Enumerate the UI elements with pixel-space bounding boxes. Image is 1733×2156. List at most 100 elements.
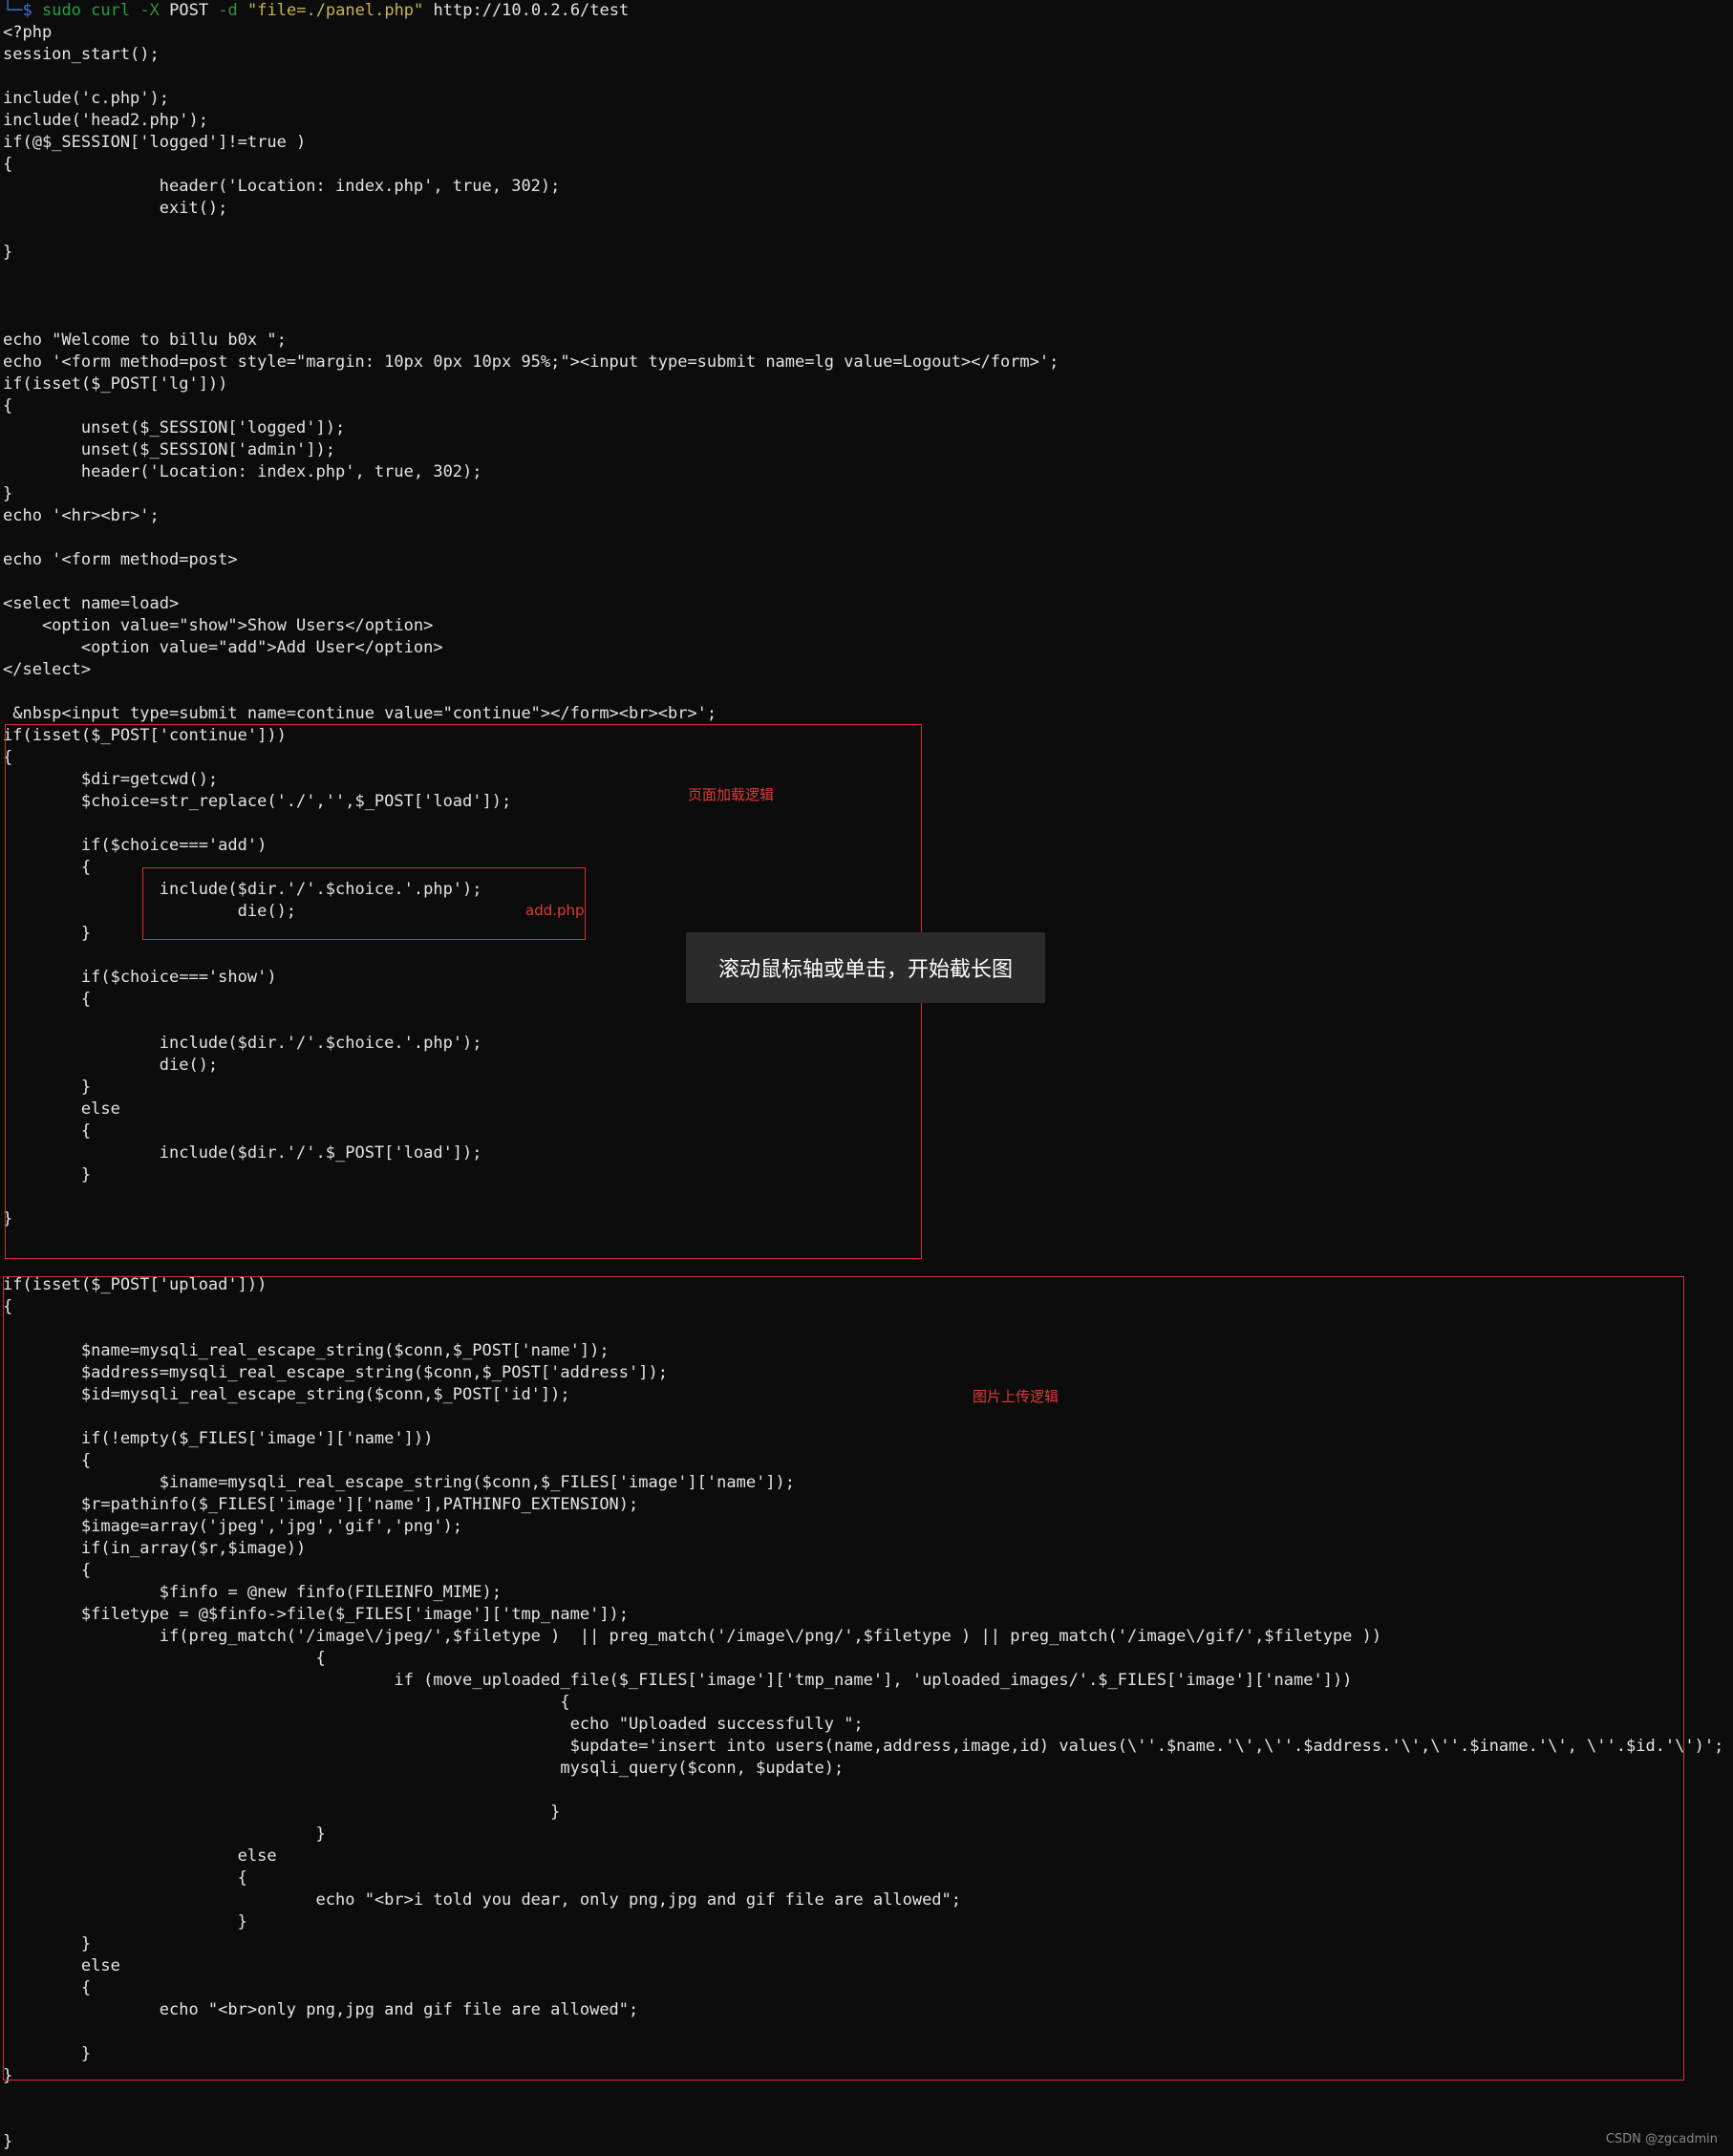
code-line: if(isset($_POST['lg'])) xyxy=(3,374,228,394)
code-line: header('Location: index.php', true, 302)… xyxy=(3,462,482,481)
code-line: <option value="add">Add User</option> xyxy=(3,638,443,657)
code-line: include($dir.'/'.$choice.'.php'); xyxy=(3,1034,482,1053)
code-line: $r=pathinfo($_FILES['image']['name'],PAT… xyxy=(3,1495,639,1514)
code-line: } xyxy=(3,243,13,262)
code-line: if(isset($_POST['continue'])) xyxy=(3,726,287,745)
add-php-label: add.php xyxy=(525,902,585,919)
code-line: { xyxy=(3,155,13,174)
code-line: } xyxy=(3,1803,561,1822)
page-load-logic-label: 页面加载逻辑 xyxy=(688,786,775,803)
image-upload-logic-label: 图片上传逻辑 xyxy=(973,1388,1059,1405)
code-line: { xyxy=(3,1978,92,1997)
code-line: if (move_uploaded_file($_FILES['image'][… xyxy=(3,1671,1353,1690)
code-line: if(in_array($r,$image)) xyxy=(3,1539,307,1558)
code-line: if(isset($_POST['upload'])) xyxy=(3,1275,267,1294)
code-line: echo '<form method=post style="margin: 1… xyxy=(3,352,1059,372)
code-line: { xyxy=(3,748,13,767)
code-line: <?php xyxy=(3,23,53,42)
code-line: echo '<form method=post> xyxy=(3,550,238,569)
code-line: header('Location: index.php', true, 302)… xyxy=(3,177,561,196)
code-line: $finfo = @new finfo(FILEINFO_MIME); xyxy=(3,1583,502,1602)
cmd-payload: "file=./panel.php" xyxy=(247,1,424,20)
code-line: { xyxy=(3,1649,326,1668)
code-line: echo "<br>i told you dear, only png,jpg … xyxy=(3,1890,962,1910)
code-line: $dir=getcwd(); xyxy=(3,770,219,789)
code-line: include('head2.php'); xyxy=(3,111,208,130)
code-line: &nbsp<input type=submit name=continue va… xyxy=(3,704,717,723)
code-line: unset($_SESSION['logged']); xyxy=(3,418,346,438)
cmd-flag-d: -d xyxy=(218,1,238,20)
code-line: die(); xyxy=(3,902,297,921)
code-line: { xyxy=(3,1451,92,1470)
code-line: include($dir.'/'.$_POST['load']); xyxy=(3,1143,482,1163)
code-line: <option value="show">Show Users</option> xyxy=(3,616,434,635)
cmd-method: POST xyxy=(169,1,209,20)
code-line: session_start(); xyxy=(3,45,160,64)
code-line: if(@$_SESSION['logged']!=true ) xyxy=(3,133,307,152)
code-line: mysqli_query($conn, $update); xyxy=(3,1759,845,1778)
cmd-flag-x: -X xyxy=(139,1,160,20)
code-line: } xyxy=(3,1934,92,1953)
code-line: { xyxy=(3,1693,570,1712)
code-line: $address=mysqli_real_escape_string($conn… xyxy=(3,1363,668,1382)
code-line: <select name=load> xyxy=(3,594,180,613)
csdn-watermark: CSDN @zgcadmin xyxy=(1605,2132,1718,2146)
code-line: $iname=mysqli_real_escape_string($conn,$… xyxy=(3,1473,796,1492)
code-line: { xyxy=(3,1121,92,1141)
code-line: } xyxy=(3,1165,92,1185)
code-line: </select> xyxy=(3,660,92,679)
code-line: } xyxy=(3,2044,92,2063)
code-line: unset($_SESSION['admin']); xyxy=(3,440,335,459)
code-line: } xyxy=(3,1825,326,1844)
code-line: else xyxy=(3,1099,120,1119)
code-line: echo "Uploaded successfully "; xyxy=(3,1715,864,1734)
code-line: $update='insert into users(name,address,… xyxy=(3,1737,1724,1756)
code-line: } xyxy=(3,484,13,503)
code-line: { xyxy=(3,396,13,416)
code-line: } xyxy=(3,1209,13,1228)
code-line: echo '<hr><br>'; xyxy=(3,506,160,525)
code-line: die(); xyxy=(3,1056,219,1075)
code-line: $choice=str_replace('./','',$_POST['load… xyxy=(3,792,512,811)
command-line: └─$ sudo curl -X POST -d "file=./panel.p… xyxy=(3,0,1732,22)
shell-prompt: └─$ xyxy=(3,1,32,20)
code-line: else xyxy=(3,1846,277,1866)
code-line: include('c.php'); xyxy=(3,89,169,108)
code-line: $filetype = @$finfo->file($_FILES['image… xyxy=(3,1605,630,1624)
code-line: if(!empty($_FILES['image']['name'])) xyxy=(3,1429,434,1448)
cmd-url: http://10.0.2.6/test xyxy=(433,1,630,20)
code-line: if($choice==='add') xyxy=(3,836,267,855)
code-line: if(preg_match('/image\/jpeg/',$filetype … xyxy=(3,1627,1382,1646)
code-line: $image=array('jpeg','jpg','gif','png'); xyxy=(3,1517,463,1536)
long-screenshot-hint[interactable]: 滚动鼠标轴或单击，开始截长图 xyxy=(686,932,1045,1003)
code-line: else xyxy=(3,1956,120,1975)
code-line: exit(); xyxy=(3,199,228,218)
code-line: $id=mysqli_real_escape_string($conn,$_PO… xyxy=(3,1385,570,1404)
long-screenshot-hint-text: 滚动鼠标轴或单击，开始截长图 xyxy=(717,958,1013,982)
terminal-output: └─$ sudo curl -X POST -d "file=./panel.p… xyxy=(3,0,1732,2153)
code-line: } xyxy=(3,1912,247,1932)
code-line: { xyxy=(3,1868,247,1888)
code-line: } xyxy=(3,1078,92,1097)
code-line: include($dir.'/'.$choice.'.php'); xyxy=(3,880,482,899)
code-line: } xyxy=(3,2066,13,2085)
code-line: echo "<br>only png,jpg and gif file are … xyxy=(3,2000,639,2019)
